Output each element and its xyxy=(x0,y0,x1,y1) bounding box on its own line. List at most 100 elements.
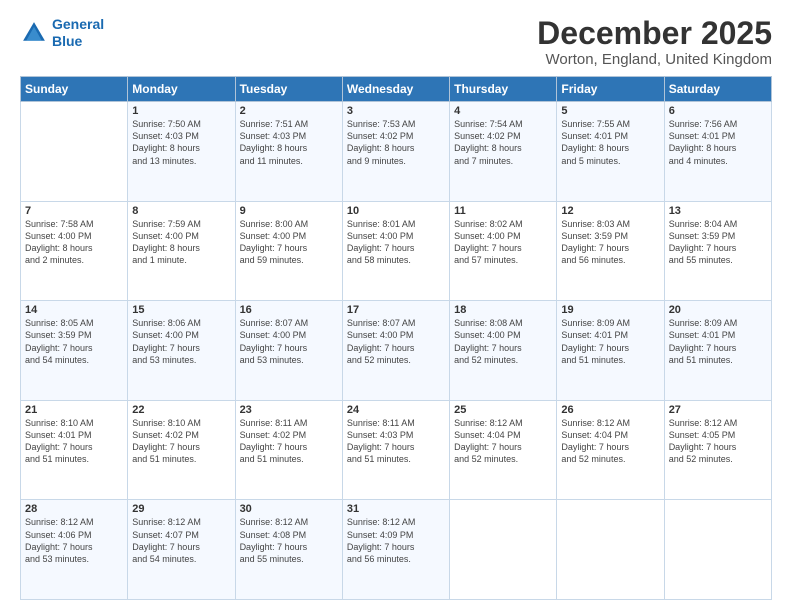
col-sunday: Sunday xyxy=(21,77,128,102)
col-thursday: Thursday xyxy=(450,77,557,102)
cell-text: Sunrise: 8:11 AM Sunset: 4:02 PM Dayligh… xyxy=(240,417,338,466)
table-row: 24Sunrise: 8:11 AM Sunset: 4:03 PM Dayli… xyxy=(342,400,449,500)
week-row-2: 14Sunrise: 8:05 AM Sunset: 3:59 PM Dayli… xyxy=(21,301,772,401)
cell-text: Sunrise: 7:55 AM Sunset: 4:01 PM Dayligh… xyxy=(561,118,659,167)
cell-text: Sunrise: 7:50 AM Sunset: 4:03 PM Dayligh… xyxy=(132,118,230,167)
header: General Blue December 2025 Worton, Engla… xyxy=(20,16,772,68)
cell-text: Sunrise: 8:10 AM Sunset: 4:01 PM Dayligh… xyxy=(25,417,123,466)
subtitle: Worton, England, United Kingdom xyxy=(537,51,772,68)
day-number: 6 xyxy=(669,105,767,117)
day-number: 31 xyxy=(347,503,445,515)
day-number: 14 xyxy=(25,304,123,316)
day-number: 15 xyxy=(132,304,230,316)
day-number: 17 xyxy=(347,304,445,316)
page: General Blue December 2025 Worton, Engla… xyxy=(0,0,792,612)
table-row: 5Sunrise: 7:55 AM Sunset: 4:01 PM Daylig… xyxy=(557,102,664,202)
table-row: 27Sunrise: 8:12 AM Sunset: 4:05 PM Dayli… xyxy=(664,400,771,500)
table-row: 4Sunrise: 7:54 AM Sunset: 4:02 PM Daylig… xyxy=(450,102,557,202)
day-number: 4 xyxy=(454,105,552,117)
cell-text: Sunrise: 8:07 AM Sunset: 4:00 PM Dayligh… xyxy=(347,317,445,366)
cell-text: Sunrise: 7:53 AM Sunset: 4:02 PM Dayligh… xyxy=(347,118,445,167)
day-number: 7 xyxy=(25,205,123,217)
table-row: 28Sunrise: 8:12 AM Sunset: 4:06 PM Dayli… xyxy=(21,500,128,600)
cell-text: Sunrise: 8:12 AM Sunset: 4:06 PM Dayligh… xyxy=(25,516,123,565)
table-row: 20Sunrise: 8:09 AM Sunset: 4:01 PM Dayli… xyxy=(664,301,771,401)
week-row-4: 28Sunrise: 8:12 AM Sunset: 4:06 PM Dayli… xyxy=(21,500,772,600)
day-number: 12 xyxy=(561,205,659,217)
table-row xyxy=(450,500,557,600)
day-number: 18 xyxy=(454,304,552,316)
table-row: 7Sunrise: 7:58 AM Sunset: 4:00 PM Daylig… xyxy=(21,201,128,301)
table-row: 16Sunrise: 8:07 AM Sunset: 4:00 PM Dayli… xyxy=(235,301,342,401)
cell-text: Sunrise: 8:08 AM Sunset: 4:00 PM Dayligh… xyxy=(454,317,552,366)
cell-text: Sunrise: 7:51 AM Sunset: 4:03 PM Dayligh… xyxy=(240,118,338,167)
day-number: 1 xyxy=(132,105,230,117)
table-row: 21Sunrise: 8:10 AM Sunset: 4:01 PM Dayli… xyxy=(21,400,128,500)
cell-text: Sunrise: 8:12 AM Sunset: 4:07 PM Dayligh… xyxy=(132,516,230,565)
table-row: 6Sunrise: 7:56 AM Sunset: 4:01 PM Daylig… xyxy=(664,102,771,202)
cell-text: Sunrise: 7:56 AM Sunset: 4:01 PM Dayligh… xyxy=(669,118,767,167)
day-number: 25 xyxy=(454,404,552,416)
cell-text: Sunrise: 8:09 AM Sunset: 4:01 PM Dayligh… xyxy=(669,317,767,366)
cell-text: Sunrise: 8:01 AM Sunset: 4:00 PM Dayligh… xyxy=(347,218,445,267)
cell-text: Sunrise: 8:02 AM Sunset: 4:00 PM Dayligh… xyxy=(454,218,552,267)
col-monday: Monday xyxy=(128,77,235,102)
day-number: 3 xyxy=(347,105,445,117)
cell-text: Sunrise: 8:03 AM Sunset: 3:59 PM Dayligh… xyxy=(561,218,659,267)
table-row: 30Sunrise: 8:12 AM Sunset: 4:08 PM Dayli… xyxy=(235,500,342,600)
day-number: 21 xyxy=(25,404,123,416)
col-friday: Friday xyxy=(557,77,664,102)
table-row: 14Sunrise: 8:05 AM Sunset: 3:59 PM Dayli… xyxy=(21,301,128,401)
day-number: 2 xyxy=(240,105,338,117)
cell-text: Sunrise: 8:12 AM Sunset: 4:05 PM Dayligh… xyxy=(669,417,767,466)
table-row: 23Sunrise: 8:11 AM Sunset: 4:02 PM Dayli… xyxy=(235,400,342,500)
table-row: 1Sunrise: 7:50 AM Sunset: 4:03 PM Daylig… xyxy=(128,102,235,202)
cell-text: Sunrise: 8:00 AM Sunset: 4:00 PM Dayligh… xyxy=(240,218,338,267)
day-number: 28 xyxy=(25,503,123,515)
day-number: 23 xyxy=(240,404,338,416)
day-number: 26 xyxy=(561,404,659,416)
week-row-1: 7Sunrise: 7:58 AM Sunset: 4:00 PM Daylig… xyxy=(21,201,772,301)
day-number: 29 xyxy=(132,503,230,515)
table-row: 22Sunrise: 8:10 AM Sunset: 4:02 PM Dayli… xyxy=(128,400,235,500)
cell-text: Sunrise: 8:12 AM Sunset: 4:04 PM Dayligh… xyxy=(561,417,659,466)
cell-text: Sunrise: 8:10 AM Sunset: 4:02 PM Dayligh… xyxy=(132,417,230,466)
day-number: 11 xyxy=(454,205,552,217)
logo-icon xyxy=(20,19,48,47)
table-row: 26Sunrise: 8:12 AM Sunset: 4:04 PM Dayli… xyxy=(557,400,664,500)
cell-text: Sunrise: 8:04 AM Sunset: 3:59 PM Dayligh… xyxy=(669,218,767,267)
table-row: 13Sunrise: 8:04 AM Sunset: 3:59 PM Dayli… xyxy=(664,201,771,301)
logo: General Blue xyxy=(20,16,104,50)
cell-text: Sunrise: 7:59 AM Sunset: 4:00 PM Dayligh… xyxy=(132,218,230,267)
table-row: 3Sunrise: 7:53 AM Sunset: 4:02 PM Daylig… xyxy=(342,102,449,202)
day-number: 5 xyxy=(561,105,659,117)
cell-text: Sunrise: 8:12 AM Sunset: 4:08 PM Dayligh… xyxy=(240,516,338,565)
day-number: 19 xyxy=(561,304,659,316)
table-row xyxy=(21,102,128,202)
day-number: 22 xyxy=(132,404,230,416)
table-row: 11Sunrise: 8:02 AM Sunset: 4:00 PM Dayli… xyxy=(450,201,557,301)
day-number: 16 xyxy=(240,304,338,316)
week-row-3: 21Sunrise: 8:10 AM Sunset: 4:01 PM Dayli… xyxy=(21,400,772,500)
table-row: 29Sunrise: 8:12 AM Sunset: 4:07 PM Dayli… xyxy=(128,500,235,600)
day-number: 24 xyxy=(347,404,445,416)
table-row: 31Sunrise: 8:12 AM Sunset: 4:09 PM Dayli… xyxy=(342,500,449,600)
calendar-table: Sunday Monday Tuesday Wednesday Thursday… xyxy=(20,76,772,600)
table-row: 10Sunrise: 8:01 AM Sunset: 4:00 PM Dayli… xyxy=(342,201,449,301)
cell-text: Sunrise: 8:06 AM Sunset: 4:00 PM Dayligh… xyxy=(132,317,230,366)
logo-text: General Blue xyxy=(52,16,104,50)
table-row: 17Sunrise: 8:07 AM Sunset: 4:00 PM Dayli… xyxy=(342,301,449,401)
table-row: 2Sunrise: 7:51 AM Sunset: 4:03 PM Daylig… xyxy=(235,102,342,202)
col-tuesday: Tuesday xyxy=(235,77,342,102)
cell-text: Sunrise: 8:11 AM Sunset: 4:03 PM Dayligh… xyxy=(347,417,445,466)
week-row-0: 1Sunrise: 7:50 AM Sunset: 4:03 PM Daylig… xyxy=(21,102,772,202)
col-saturday: Saturday xyxy=(664,77,771,102)
title-block: December 2025 Worton, England, United Ki… xyxy=(537,16,772,68)
day-number: 20 xyxy=(669,304,767,316)
cell-text: Sunrise: 8:12 AM Sunset: 4:04 PM Dayligh… xyxy=(454,417,552,466)
cell-text: Sunrise: 8:07 AM Sunset: 4:00 PM Dayligh… xyxy=(240,317,338,366)
cell-text: Sunrise: 8:09 AM Sunset: 4:01 PM Dayligh… xyxy=(561,317,659,366)
cell-text: Sunrise: 7:58 AM Sunset: 4:00 PM Dayligh… xyxy=(25,218,123,267)
col-wednesday: Wednesday xyxy=(342,77,449,102)
day-number: 27 xyxy=(669,404,767,416)
